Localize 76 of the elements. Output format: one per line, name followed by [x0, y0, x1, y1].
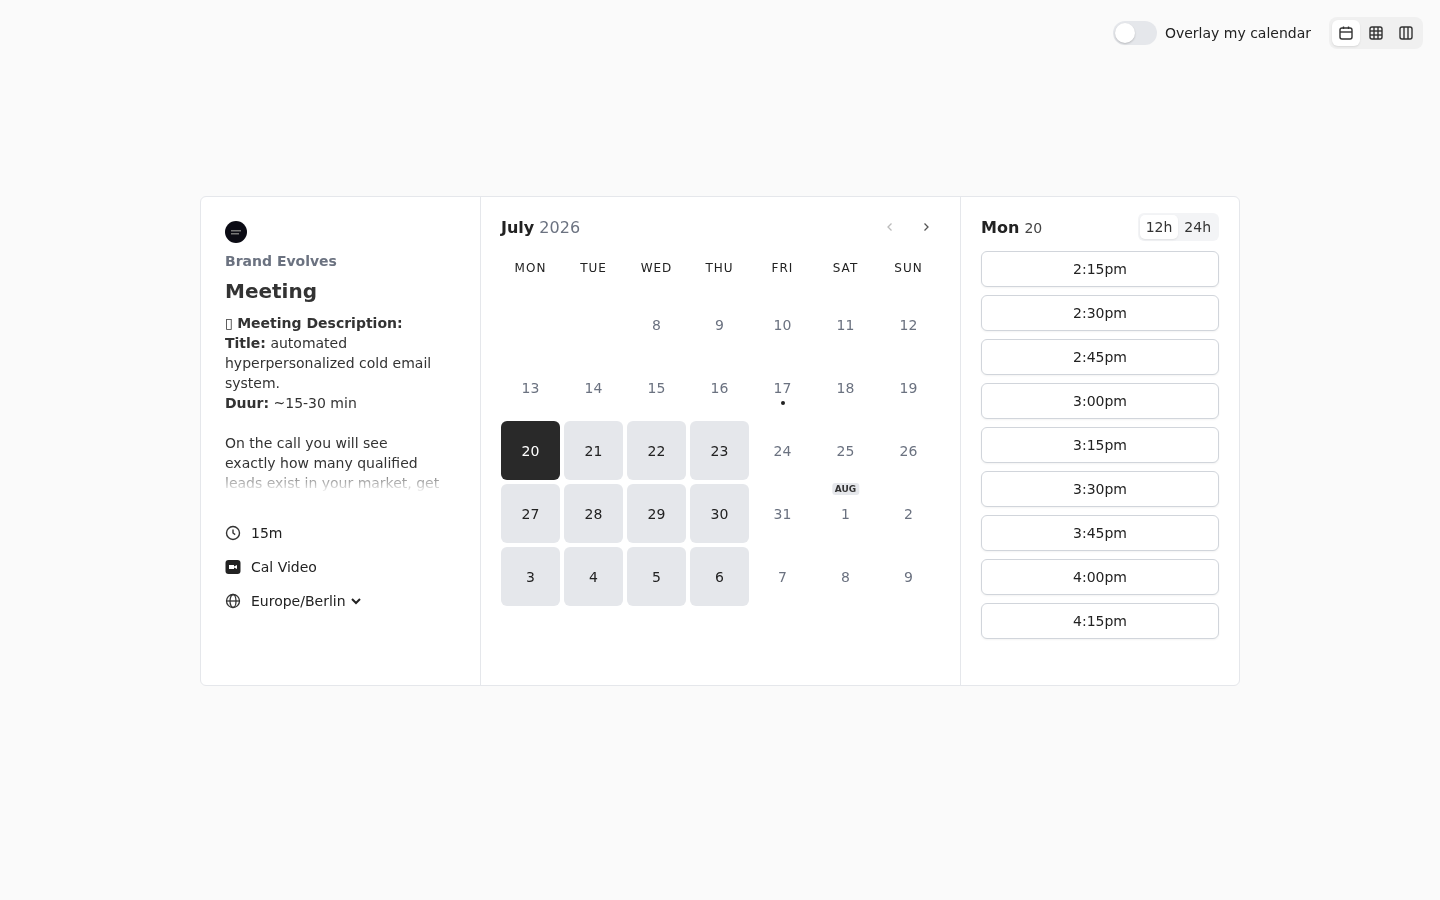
timezone-select[interactable]: Europe/Berlin — [251, 593, 362, 609]
day-number: 14 — [584, 379, 603, 396]
time-slot-button[interactable]: 2:15pm — [981, 251, 1219, 287]
weekday-label: SAT — [831, 261, 860, 277]
calendar-day[interactable]: 30 — [690, 484, 749, 543]
day-number: 7 — [778, 568, 787, 585]
chevron-down-icon — [349, 595, 362, 607]
weekday-label: THU — [704, 261, 735, 277]
time-slot-button[interactable]: 4:00pm — [981, 559, 1219, 595]
time-slot-button[interactable]: 3:45pm — [981, 515, 1219, 551]
time-slot-button[interactable]: 3:00pm — [981, 383, 1219, 419]
day-number: 25 — [836, 442, 855, 459]
day-number: 1 — [841, 505, 850, 522]
time-slot-button[interactable]: 4:15pm — [981, 603, 1219, 639]
day-number: 2 — [904, 505, 913, 522]
calendar-day[interactable]: 20 — [501, 421, 560, 480]
description-text: Duur: ~15-30 min — [225, 394, 358, 413]
video-camera-icon — [225, 559, 241, 575]
globe-icon — [225, 593, 241, 609]
overlay-toggle[interactable] — [1112, 21, 1157, 45]
day-number: 8 — [841, 568, 850, 585]
day-number: 10 — [773, 316, 792, 333]
calendar-day[interactable]: 3 — [501, 547, 560, 606]
day-number: 31 — [773, 505, 792, 522]
clock-icon — [225, 525, 241, 541]
day-number: 18 — [836, 379, 855, 396]
organizer-name: Brand Evolves — [225, 253, 338, 269]
calendar-day[interactable]: 22 — [627, 421, 686, 480]
month-view-button[interactable] — [1332, 20, 1360, 46]
day-number: 26 — [899, 442, 918, 459]
month-title: July 2026 — [501, 217, 581, 237]
calendar-day[interactable]: 21 — [564, 421, 623, 480]
calendar-day[interactable]: 5 — [627, 547, 686, 606]
day-number: 11 — [836, 316, 855, 333]
overlay-label: Overlay my calendar — [1164, 25, 1311, 41]
day-number: 13 — [521, 379, 540, 396]
day-number: 8 — [652, 316, 661, 333]
time-slot-button[interactable]: 2:45pm — [981, 339, 1219, 375]
day-number: 9 — [715, 316, 724, 333]
time-slot-button[interactable]: 3:15pm — [981, 427, 1219, 463]
calendar-day[interactable]: 28 — [564, 484, 623, 543]
time-slot-button[interactable]: 2:30pm — [981, 295, 1219, 331]
calendar-day[interactable]: 23 — [690, 421, 749, 480]
organizer-avatar — [225, 221, 247, 243]
weekday-label: TUE — [579, 261, 608, 277]
description-text: Title: automated hyperpersonalized cold email system. — [225, 334, 433, 393]
time-format-toggle[interactable]: 12h — [1139, 215, 1179, 239]
chevron-right-icon — [921, 222, 931, 232]
weekday-label: FRI — [770, 261, 795, 277]
day-number: 16 — [710, 379, 729, 396]
time-slot-button[interactable]: 3:30pm — [981, 471, 1219, 507]
description-text: ▯ Meeting Description: — [225, 314, 404, 333]
calendar-day[interactable]: 27 — [501, 484, 560, 543]
chevron-left-icon — [885, 222, 895, 232]
calendar-day[interactable]: 6 — [690, 547, 749, 606]
weekday-label: WED — [639, 261, 674, 277]
day-number: 17 — [773, 379, 792, 396]
grid-icon — [1368, 25, 1384, 41]
weekday-label: SUN — [893, 261, 924, 277]
selected-date: Mon 20 — [981, 217, 1043, 237]
day-number: 24 — [773, 442, 792, 459]
day-number: 12 — [899, 316, 918, 333]
columns-icon — [1398, 25, 1414, 41]
event-title: Meeting — [225, 279, 318, 303]
month-badge: AUG — [831, 483, 860, 495]
time-format-toggle[interactable]: 24h — [1178, 215, 1217, 239]
weekday-label: MON — [513, 261, 548, 277]
detail-text: 15m — [251, 525, 283, 541]
description-text: On the call you will see exactly how many qualified leads exist in your market, get — [225, 434, 440, 493]
day-number: 15 — [647, 379, 666, 396]
calendar-day[interactable]: 4 — [564, 547, 623, 606]
calendar-icon — [1338, 25, 1354, 41]
calendar-day[interactable]: 29 — [627, 484, 686, 543]
day-number: 9 — [904, 568, 913, 585]
detail-text: Cal Video — [251, 559, 317, 575]
day-number: 19 — [899, 379, 918, 396]
